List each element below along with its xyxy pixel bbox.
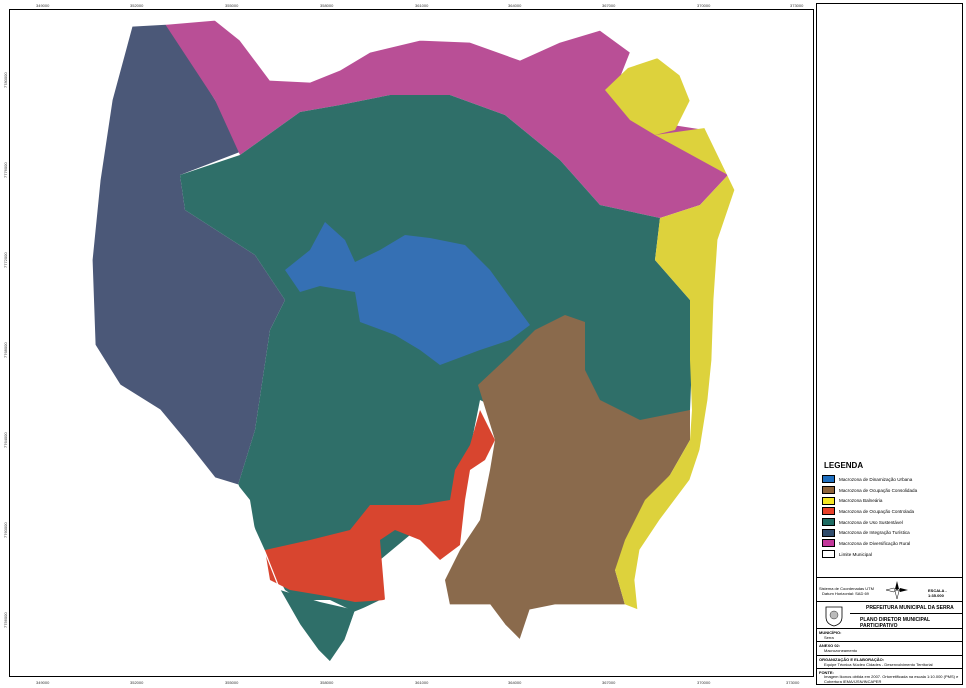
- tick-y-7: 7756000: [3, 612, 8, 628]
- legend-item: Macrozona de Diversificação Rural: [818, 538, 961, 549]
- legend-swatch: [822, 539, 835, 548]
- organization-value: Equipe Técnica Núcleo Cidades - Desenvol…: [824, 662, 933, 667]
- tick-y-6: 7760000: [3, 522, 8, 538]
- tick-x-bottom-4: 358000: [320, 680, 334, 685]
- legend-label: Macrozona de Ocupação Controlada: [839, 508, 915, 514]
- legend: LEGENDA Macrozona de Dinamização Urbana M…: [818, 461, 961, 560]
- legend-item: Macrozona de Dinamização Urbana: [818, 474, 961, 485]
- legend-item: Macrozona Balneária: [818, 495, 961, 506]
- legend-label: Macrozona Balneária: [839, 498, 883, 504]
- legend-item: Macrozona de Integração Turística: [818, 527, 961, 538]
- tick-x-top-3: 355000: [225, 3, 239, 8]
- legend-title: LEGENDA: [824, 461, 864, 470]
- legend-item: Macrozona de Uso Sustentável: [818, 517, 961, 528]
- tick-x-bottom-6: 364000: [508, 680, 522, 685]
- legend-swatch: [822, 528, 835, 537]
- fonte-value: Imagem Ikonos obtida em 2007. Ortorretif…: [824, 674, 959, 684]
- legend-label: Macrozona de Diversificação Rural: [839, 540, 911, 546]
- legend-label: Macrozona de Uso Sustentável: [839, 519, 903, 525]
- legend-swatch: [822, 475, 835, 484]
- tick-x-bottom-5: 361000: [415, 680, 429, 685]
- tick-x-bottom-8: 370000: [697, 680, 711, 685]
- legend-label: Macrozona de Dinamização Urbana: [839, 476, 913, 482]
- tick-y-2: 7776000: [3, 162, 8, 178]
- legend-item: Macrozona de Ocupação Controlada: [818, 506, 961, 517]
- municipio-value: Serra: [824, 635, 834, 640]
- legend-swatch: [822, 518, 835, 527]
- legend-item: Macrozona de Ocupação Consolidada: [818, 485, 961, 496]
- tick-x-bottom-9: 373000: [786, 680, 800, 685]
- tick-x-top-5: 361000: [415, 3, 429, 8]
- tick-x-bottom-3: 355000: [225, 680, 239, 685]
- datum-text: Datum Horizontal: SAD 69: [822, 591, 869, 596]
- legend-label: Limite Municipal: [839, 551, 872, 557]
- tick-x-top-7: 367000: [602, 3, 616, 8]
- tick-x-bottom-2: 352000: [130, 680, 144, 685]
- tick-x-top-9: 373000: [790, 3, 804, 8]
- tick-x-top-4: 358000: [320, 3, 334, 8]
- map-canvas[interactable]: [0, 0, 814, 688]
- legend-label: Macrozona de Ocupação Consolidada: [839, 487, 918, 493]
- tick-x-top-8: 370000: [697, 3, 711, 8]
- org-name: PREFEITURA MUNICIPAL DA SERRA: [866, 605, 954, 611]
- legend-label: Macrozona de Integração Turística: [839, 530, 910, 536]
- tick-x-top-6: 364000: [508, 3, 522, 8]
- legend-swatch: [822, 507, 835, 516]
- tick-x-top-2: 352000: [130, 3, 144, 8]
- tick-x-bottom-7: 367000: [602, 680, 616, 685]
- scale-text: ESCALA - 1:35.000: [928, 588, 947, 598]
- legend-swatch: [822, 486, 835, 495]
- anexo-value: Macrozoneamento: [824, 648, 858, 653]
- tick-y-3: 7772000: [3, 252, 8, 268]
- legend-swatch: [822, 550, 835, 559]
- north-arrow-icon: [886, 581, 908, 599]
- legend-swatch: [822, 496, 835, 505]
- legend-item: Limite Municipal: [818, 549, 961, 560]
- tick-x-bottom-1: 349000: [36, 680, 50, 685]
- title-block: Sistema de Coordenadas UTM Datum Horizon…: [816, 577, 963, 685]
- tick-x-top-1: 349000: [36, 3, 50, 8]
- tick-y-4: 7768000: [3, 342, 8, 358]
- municipal-seal-icon: [825, 606, 843, 627]
- tick-y-1: 7780000: [3, 72, 8, 88]
- tick-y-5: 7764000: [3, 432, 8, 448]
